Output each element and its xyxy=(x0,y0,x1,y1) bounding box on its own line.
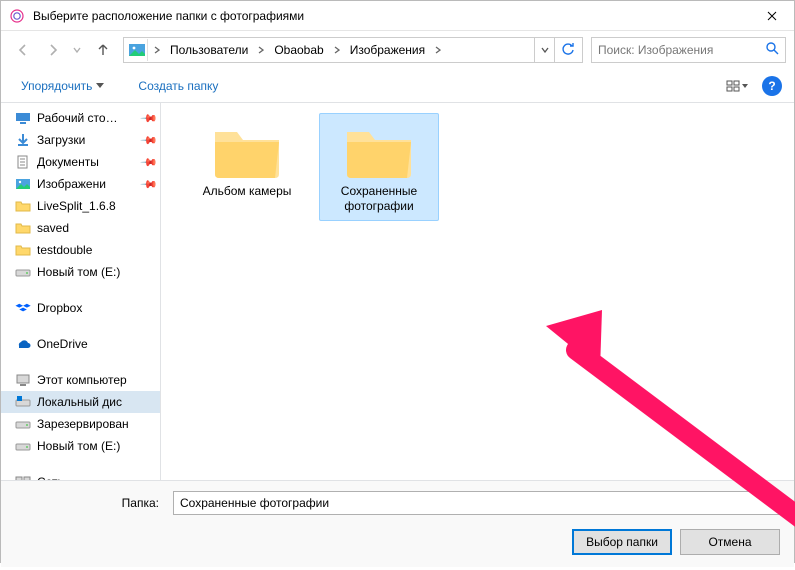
tree-item-label: Загрузки xyxy=(37,133,85,147)
search-input[interactable] xyxy=(598,43,765,57)
organize-label: Упорядочить xyxy=(21,79,92,93)
tree-item[interactable]: Сеть xyxy=(1,471,160,480)
tree-item[interactable]: Документы 📌 xyxy=(1,151,160,173)
pictures-icon xyxy=(15,176,31,192)
nav-up-button[interactable] xyxy=(91,38,115,62)
folder-icon xyxy=(343,122,415,180)
nav-bar: Пользователи Obaobab Изображения xyxy=(1,31,794,69)
tree-item[interactable]: LiveSplit_1.6.8 xyxy=(1,195,160,217)
window-title: Выберите расположение папки с фотография… xyxy=(33,9,749,23)
address-dropdown-button[interactable] xyxy=(534,38,554,62)
nav-back-button[interactable] xyxy=(9,36,37,64)
tree-item-label: Зарезервирован xyxy=(37,417,129,431)
help-button[interactable]: ? xyxy=(762,76,782,96)
breadcrumb-users[interactable]: Пользователи xyxy=(164,38,254,62)
folder-item[interactable]: Сохраненные фотографии xyxy=(319,113,439,221)
tree-item-label: Документы xyxy=(37,155,99,169)
drive-icon xyxy=(15,416,31,432)
drive-icon xyxy=(15,264,31,280)
organize-button[interactable]: Упорядочить xyxy=(13,75,112,97)
breadcrumb-chevron-3[interactable] xyxy=(431,38,445,62)
tree-item-label: Локальный дис xyxy=(37,395,122,409)
breadcrumb-user[interactable]: Obaobab xyxy=(268,38,329,62)
folder-icon xyxy=(15,220,31,236)
folder-icon xyxy=(15,242,31,258)
folder-label: Сохраненные фотографии xyxy=(324,184,434,214)
thispc-icon xyxy=(15,372,31,388)
documents-icon xyxy=(15,154,31,170)
dialog-body: Рабочий сто…📌Загрузки📌Документы📌Изображе… xyxy=(1,103,794,480)
new-folder-label: Создать папку xyxy=(138,79,218,93)
breadcrumb-chevron-2[interactable] xyxy=(330,38,344,62)
tree-item[interactable]: OneDrive xyxy=(1,333,160,355)
pin-icon: 📌 xyxy=(140,153,159,172)
dialog-bottom-panel: Папка: Выбор папки Отмена xyxy=(1,480,794,567)
tree-item-label: Этот компьютер xyxy=(37,373,127,387)
pictures-location-icon xyxy=(126,39,148,61)
tree-item-label: testdouble xyxy=(37,243,92,257)
tree-item[interactable]: Новый том (E:) xyxy=(1,261,160,283)
title-bar: Выберите расположение папки с фотография… xyxy=(1,1,794,31)
tree-item-label: saved xyxy=(37,221,69,235)
tree-item-label: Сеть xyxy=(37,475,64,480)
dropbox-icon xyxy=(15,300,31,316)
osdrive-icon xyxy=(15,394,31,410)
tree-item[interactable]: Зарезервирован xyxy=(1,413,160,435)
address-bar[interactable]: Пользователи Obaobab Изображения xyxy=(123,37,583,63)
tree-item-label: LiveSplit_1.6.8 xyxy=(37,199,116,213)
tree-item[interactable]: Загрузки 📌 xyxy=(1,129,160,151)
close-button[interactable] xyxy=(749,1,794,31)
tree-item[interactable]: testdouble xyxy=(1,239,160,261)
pin-icon: 📌 xyxy=(140,131,159,150)
tree-item[interactable]: saved xyxy=(1,217,160,239)
tree-item-label: Изображени xyxy=(37,177,106,191)
breadcrumb-root-chevron[interactable] xyxy=(150,38,164,62)
tree-item[interactable]: Изображени 📌 xyxy=(1,173,160,195)
folder-item[interactable]: Альбом камеры xyxy=(187,113,307,206)
navigation-tree[interactable]: Рабочий сто…📌Загрузки📌Документы📌Изображе… xyxy=(1,103,161,480)
onedrive-icon xyxy=(15,336,31,352)
tree-item[interactable]: Локальный дис xyxy=(1,391,160,413)
network-icon xyxy=(15,474,31,480)
desktop-icon xyxy=(15,110,31,126)
search-box[interactable] xyxy=(591,37,786,63)
breadcrumb-pictures[interactable]: Изображения xyxy=(344,38,431,62)
tree-item[interactable]: Dropbox xyxy=(1,297,160,319)
folder-name-input[interactable] xyxy=(173,491,780,515)
cancel-button[interactable]: Отмена xyxy=(680,529,780,555)
tree-item[interactable]: Этот компьютер xyxy=(1,369,160,391)
drive-icon xyxy=(15,438,31,454)
dialog-button-row: Выбор папки Отмена xyxy=(15,529,780,555)
search-icon[interactable] xyxy=(765,41,779,60)
tree-item-label: OneDrive xyxy=(37,337,88,351)
nav-forward-button[interactable] xyxy=(39,36,67,64)
new-folder-button[interactable]: Создать папку xyxy=(130,75,226,97)
folder-label: Альбом камеры xyxy=(203,184,292,199)
tree-item[interactable]: Новый том (E:) xyxy=(1,435,160,457)
tree-item-label: Новый том (E:) xyxy=(37,439,120,453)
tree-item-label: Dropbox xyxy=(37,301,82,315)
folder-name-label: Папка: xyxy=(15,496,165,510)
tree-item-label: Новый том (E:) xyxy=(37,265,120,279)
tree-item-label: Рабочий сто… xyxy=(37,111,118,125)
app-icon xyxy=(9,8,25,24)
view-options-button[interactable] xyxy=(722,74,752,98)
folder-icon xyxy=(15,198,31,214)
pin-icon: 📌 xyxy=(140,109,159,128)
tree-item[interactable]: Рабочий сто… 📌 xyxy=(1,107,160,129)
select-folder-button[interactable]: Выбор папки xyxy=(572,529,672,555)
downloads-icon xyxy=(15,132,31,148)
folder-content-pane[interactable]: Альбом камеры Сохраненные фотографии xyxy=(161,103,794,480)
refresh-button[interactable] xyxy=(554,38,580,62)
breadcrumb-chevron-1[interactable] xyxy=(254,38,268,62)
folder-name-row: Папка: xyxy=(15,491,780,515)
recent-locations-button[interactable] xyxy=(69,36,85,64)
folder-icon xyxy=(211,122,283,180)
pin-icon: 📌 xyxy=(140,175,159,194)
toolbar: Упорядочить Создать папку ? xyxy=(1,69,794,103)
